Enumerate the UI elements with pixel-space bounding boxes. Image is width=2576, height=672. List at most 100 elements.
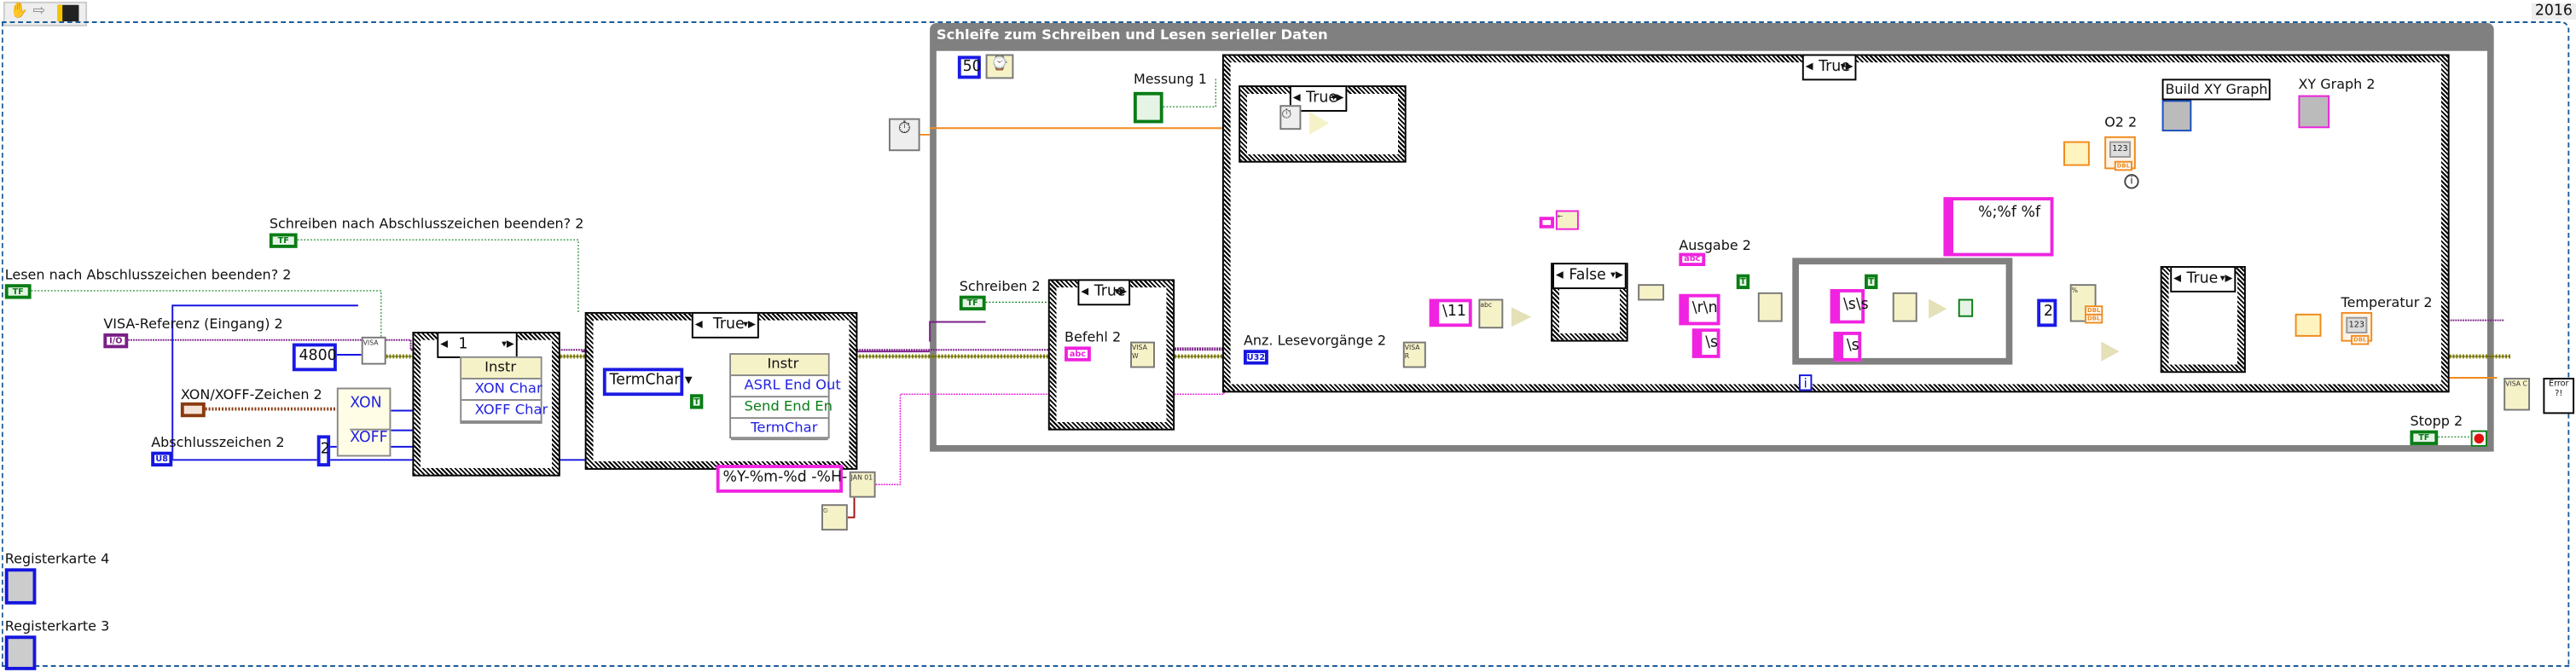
equal-zero-icon bbox=[1511, 307, 1532, 327]
bool-wire-schreiben bbox=[297, 239, 579, 312]
selector-value: True bbox=[2186, 270, 2219, 288]
build-xy-graph-node[interactable] bbox=[2161, 100, 2192, 132]
temperatur-type-tag: DBL bbox=[2351, 333, 2370, 345]
info-icon: i bbox=[2124, 174, 2139, 189]
main-case-selector[interactable]: ◀ True ▾▶ bbox=[1801, 54, 1857, 81]
const-11[interactable]: \11 bbox=[1429, 298, 1472, 327]
visa-configure-serial-node[interactable]: VISA bbox=[361, 336, 386, 365]
get-date-time-node[interactable]: ⏲ bbox=[821, 504, 848, 531]
tab3-control[interactable] bbox=[4, 635, 37, 670]
ausgabe-label: Ausgabe 2 bbox=[1679, 236, 1751, 253]
property-node-xon[interactable]: Instr XON Char XOFF Char bbox=[460, 356, 548, 424]
visa-write-node[interactable]: VISA W bbox=[1130, 341, 1155, 368]
scan-case-selector[interactable]: ◀ True ▾▶ bbox=[2170, 266, 2237, 293]
abschlusszeichen-label: Abschlusszeichen 2 bbox=[151, 433, 285, 450]
stop-condition-icon bbox=[2470, 430, 2487, 447]
xon-xoff-label: XON/XOFF-Zeichen 2 bbox=[180, 385, 322, 403]
loop-condition-icon bbox=[1958, 298, 1974, 317]
true-constant[interactable]: T bbox=[689, 394, 704, 409]
loop-iteration-terminal: i bbox=[1798, 374, 1813, 391]
visa-ref-control[interactable]: I/O bbox=[103, 333, 129, 349]
wait-icon[interactable]: ⌚ bbox=[985, 54, 1014, 79]
ausgabe-indicator: abc bbox=[1679, 252, 1706, 267]
xy-graph-indicator bbox=[2298, 95, 2330, 129]
property-node-header: Instr bbox=[731, 355, 828, 377]
xon-xoff-control[interactable] bbox=[180, 402, 206, 418]
false-case-selector[interactable]: ◀ False ▾▶ bbox=[1552, 263, 1627, 289]
o2-display: 123 bbox=[2109, 141, 2132, 158]
property-send-end-en[interactable]: Send End En bbox=[731, 397, 833, 420]
selector-value: True bbox=[712, 316, 745, 333]
property-node-header: Instr bbox=[461, 357, 541, 379]
baud-rate-constant[interactable]: 4800 bbox=[292, 343, 337, 372]
property-termchar[interactable]: TermChar bbox=[731, 419, 828, 441]
true-constant-2[interactable]: T bbox=[1736, 274, 1750, 289]
termchar-enum[interactable]: TermChar ▾ bbox=[602, 368, 693, 397]
anz-lese-control[interactable]: U32 bbox=[1243, 350, 1268, 365]
property-asrl-end-out[interactable]: ASRL End Out bbox=[731, 376, 841, 398]
temperatur-indicator: 123 DBL bbox=[2341, 311, 2373, 345]
stopp-label: Stopp 2 bbox=[2410, 412, 2463, 429]
const-s[interactable]: \s bbox=[1691, 328, 1720, 358]
schreiben-control[interactable]: TF bbox=[959, 295, 986, 311]
stopp-control[interactable]: TF bbox=[2410, 430, 2439, 445]
unbundle-xon-xoff: XON XOFF bbox=[336, 387, 392, 457]
termchar-enum-value: TermChar bbox=[609, 373, 681, 390]
build-xy-label: Build XY Graph bbox=[2161, 78, 2271, 101]
match-pattern-node[interactable]: abc bbox=[1478, 298, 1504, 329]
temperatur-display: 123 bbox=[2346, 316, 2368, 333]
greater-zero-icon-2 bbox=[2101, 341, 2120, 362]
write-case-selector[interactable]: ◀ True ▾▶ bbox=[1077, 279, 1131, 306]
xy-graph-label: XY Graph 2 bbox=[2298, 75, 2376, 92]
property-xoff-char[interactable]: XOFF Char bbox=[461, 401, 548, 422]
subtract-icon bbox=[1309, 111, 1330, 135]
schreiben-term-label: Schreiben nach Abschlusszeichen beenden?… bbox=[269, 215, 584, 232]
o2-feedback-node bbox=[2063, 141, 2090, 166]
messung-control[interactable] bbox=[1133, 91, 1163, 124]
o2-label: O2 2 bbox=[2104, 113, 2138, 130]
two-constant-2[interactable]: 2 bbox=[2037, 298, 2057, 327]
const-s2[interactable]: \s bbox=[1833, 332, 1862, 362]
property-xon-char[interactable]: XON Char bbox=[461, 379, 542, 401]
search-replace-node[interactable] bbox=[1757, 292, 1783, 322]
const-ss[interactable]: \s\s bbox=[1830, 288, 1869, 324]
wait-ms-constant[interactable]: 50 bbox=[957, 55, 982, 79]
stopwatch-icon[interactable]: ⏱ bbox=[888, 118, 920, 152]
time-format-constant[interactable]: %Y-%m-%d -%H- bbox=[716, 465, 847, 493]
format-date-time-node[interactable]: JAN 01 bbox=[849, 471, 876, 498]
o2-type-tag: DBL bbox=[2114, 160, 2132, 171]
selector-value: 1 bbox=[458, 336, 468, 354]
befehl-control[interactable]: abc bbox=[1065, 346, 1091, 362]
messung-label: Messung 1 bbox=[1133, 70, 1207, 88]
stopwatch-icon-inner: ⏱ bbox=[1279, 105, 1302, 130]
case-selector-2[interactable]: ◀ True ▾▶ bbox=[691, 311, 759, 339]
error-handler-icon[interactable]: Error ?! bbox=[2543, 377, 2575, 414]
true-constant-3[interactable]: T bbox=[1865, 274, 1878, 289]
tab4-label: Registerkarte 4 bbox=[4, 550, 110, 567]
insert-into-string-node[interactable]: ← bbox=[1555, 210, 1579, 230]
empty-string-constant[interactable] bbox=[1539, 217, 1554, 229]
block-diagram: ✋ ⇨ 2016 Schleife zum Schreiben und Lese… bbox=[0, 0, 2576, 672]
abschlusszeichen-control[interactable]: U8 bbox=[151, 451, 173, 466]
lesen-term-control[interactable]: TF bbox=[4, 284, 32, 299]
search-replace-node-2[interactable] bbox=[1892, 292, 1917, 322]
tab3-label: Registerkarte 3 bbox=[4, 617, 110, 634]
lesen-term-label: Lesen nach Abschlusszeichen beenden? 2 bbox=[4, 266, 292, 283]
timestamp-wire bbox=[847, 497, 856, 518]
anz-lese-label: Anz. Lesevorgänge 2 bbox=[1243, 332, 1387, 349]
temperatur-feedback-node bbox=[2295, 313, 2322, 337]
const-rn[interactable]: \r\n bbox=[1679, 293, 1720, 326]
tab4-control[interactable] bbox=[4, 568, 37, 605]
xon-element: XON bbox=[350, 396, 382, 413]
xoff-element: XOFF bbox=[350, 428, 390, 447]
format-string-constant[interactable]: %;%f %f bbox=[1943, 197, 2054, 257]
visa-read-node[interactable]: VISA R bbox=[1402, 341, 1426, 368]
scan-output-2-type: DBL bbox=[2085, 313, 2103, 324]
concatenate-node[interactable] bbox=[1638, 284, 1665, 301]
schreiben-term-control[interactable]: TF bbox=[269, 233, 298, 248]
property-node-termchar[interactable]: Instr ASRL End Out Send End En TermChar bbox=[729, 353, 841, 441]
two-constant[interactable]: 2 bbox=[316, 435, 331, 466]
visa-close-node[interactable]: VISA C bbox=[2503, 377, 2531, 411]
case-selector-1[interactable]: ◀ 1 ▾▶ bbox=[437, 332, 518, 358]
visa-ref-label: VISA-Referenz (Eingang) 2 bbox=[103, 315, 283, 333]
